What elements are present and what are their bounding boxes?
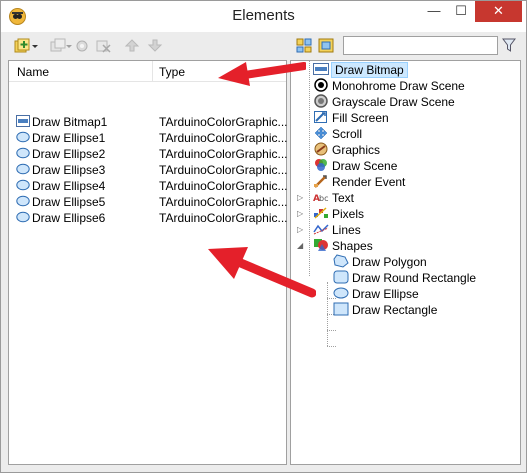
shapes-icon <box>313 238 329 255</box>
bitmap-icon <box>313 62 329 79</box>
ellipse-icon <box>16 147 30 162</box>
minimize-button[interactable]: — <box>421 1 447 22</box>
elements-list[interactable]: Name Type Draw Bitmap1 TArduinoColorGrap… <box>8 60 288 465</box>
expand-all-icon[interactable] <box>296 38 312 53</box>
search-input[interactable] <box>343 36 498 55</box>
close-button[interactable]: ✕ <box>475 1 522 22</box>
tree-guide <box>327 330 336 331</box>
list-item[interactable]: Draw Bitmap1 TArduinoColorGraphic... <box>9 114 288 130</box>
delete-element-icon[interactable] <box>95 38 111 53</box>
ellipse-icon <box>333 286 349 303</box>
fill-screen-icon <box>313 110 329 127</box>
tree-guide <box>309 61 310 276</box>
polygon-icon <box>333 254 349 271</box>
lines-icon <box>313 222 329 239</box>
left-toolbar <box>8 32 287 58</box>
list-item[interactable]: Draw Ellipse6 TArduinoColorGraphic... <box>9 210 288 226</box>
list-item[interactable]: Draw Ellipse1 TArduinoColorGraphic... <box>9 130 288 146</box>
rectangle-icon <box>333 302 349 319</box>
draw-scene-icon <box>313 158 329 175</box>
tree-guide <box>327 346 336 347</box>
list-item[interactable]: Draw Ellipse2 TArduinoColorGraphic... <box>9 146 288 162</box>
render-event-icon <box>313 174 329 191</box>
move-up-icon[interactable] <box>124 38 140 53</box>
text-icon: Abc <box>313 190 331 207</box>
list-item[interactable]: Draw Ellipse5 TArduinoColorGraphic... <box>9 194 288 210</box>
list-header: Name Type <box>9 61 286 82</box>
collapse-arrow-icon[interactable]: ◢ <box>297 241 303 250</box>
expand-arrow-icon[interactable]: ▷ <box>297 209 303 218</box>
column-divider[interactable] <box>152 61 153 82</box>
ellipse-icon <box>16 163 30 178</box>
pixels-icon <box>313 206 329 223</box>
add-element-icon[interactable] <box>14 38 30 53</box>
properties-icon[interactable] <box>74 38 90 53</box>
list-item[interactable]: Draw Ellipse3 TArduinoColorGraphic... <box>9 162 288 178</box>
expand-arrow-icon[interactable]: ▷ <box>297 225 303 234</box>
elements-window: Elements — ☐ ✕ Name Type Draw Bitmap1 TA… <box>0 0 527 473</box>
round-rect-icon <box>333 270 349 287</box>
bitmap-icon <box>16 115 30 130</box>
maximize-button[interactable]: ☐ <box>448 1 474 22</box>
right-toolbar <box>290 32 521 58</box>
ellipse-icon <box>16 179 30 194</box>
palette-panel: Draw Bitmap Monohrome Draw Scene Graysca… <box>290 32 521 467</box>
mono-scene-icon <box>313 78 329 95</box>
graphics-icon <box>313 142 329 159</box>
move-down-icon[interactable] <box>147 38 163 53</box>
ellipse-icon <box>16 131 30 146</box>
svg-text:bc: bc <box>319 194 328 203</box>
dropdown-icon[interactable] <box>31 38 39 53</box>
copy-dropdown-icon[interactable] <box>65 38 73 53</box>
expand-arrow-icon[interactable]: ▷ <box>297 193 303 202</box>
collapse-all-icon[interactable] <box>318 38 334 53</box>
list-item[interactable]: Draw Ellipse4 TArduinoColorGraphic... <box>9 178 288 194</box>
elements-list-panel: Name Type Draw Bitmap1 TArduinoColorGrap… <box>8 32 288 467</box>
column-header-name[interactable]: Name <box>17 65 49 79</box>
title-bar[interactable]: Elements — ☐ ✕ <box>1 1 526 32</box>
scroll-icon <box>313 126 329 143</box>
filter-icon[interactable] <box>501 37 517 53</box>
component-tree[interactable]: Draw Bitmap Monohrome Draw Scene Graysca… <box>290 60 521 465</box>
gray-scene-icon <box>313 94 329 111</box>
ellipse-icon <box>16 211 30 226</box>
column-header-type[interactable]: Type <box>159 65 185 79</box>
ellipse-icon <box>16 195 30 210</box>
copy-element-icon[interactable] <box>50 38 66 53</box>
